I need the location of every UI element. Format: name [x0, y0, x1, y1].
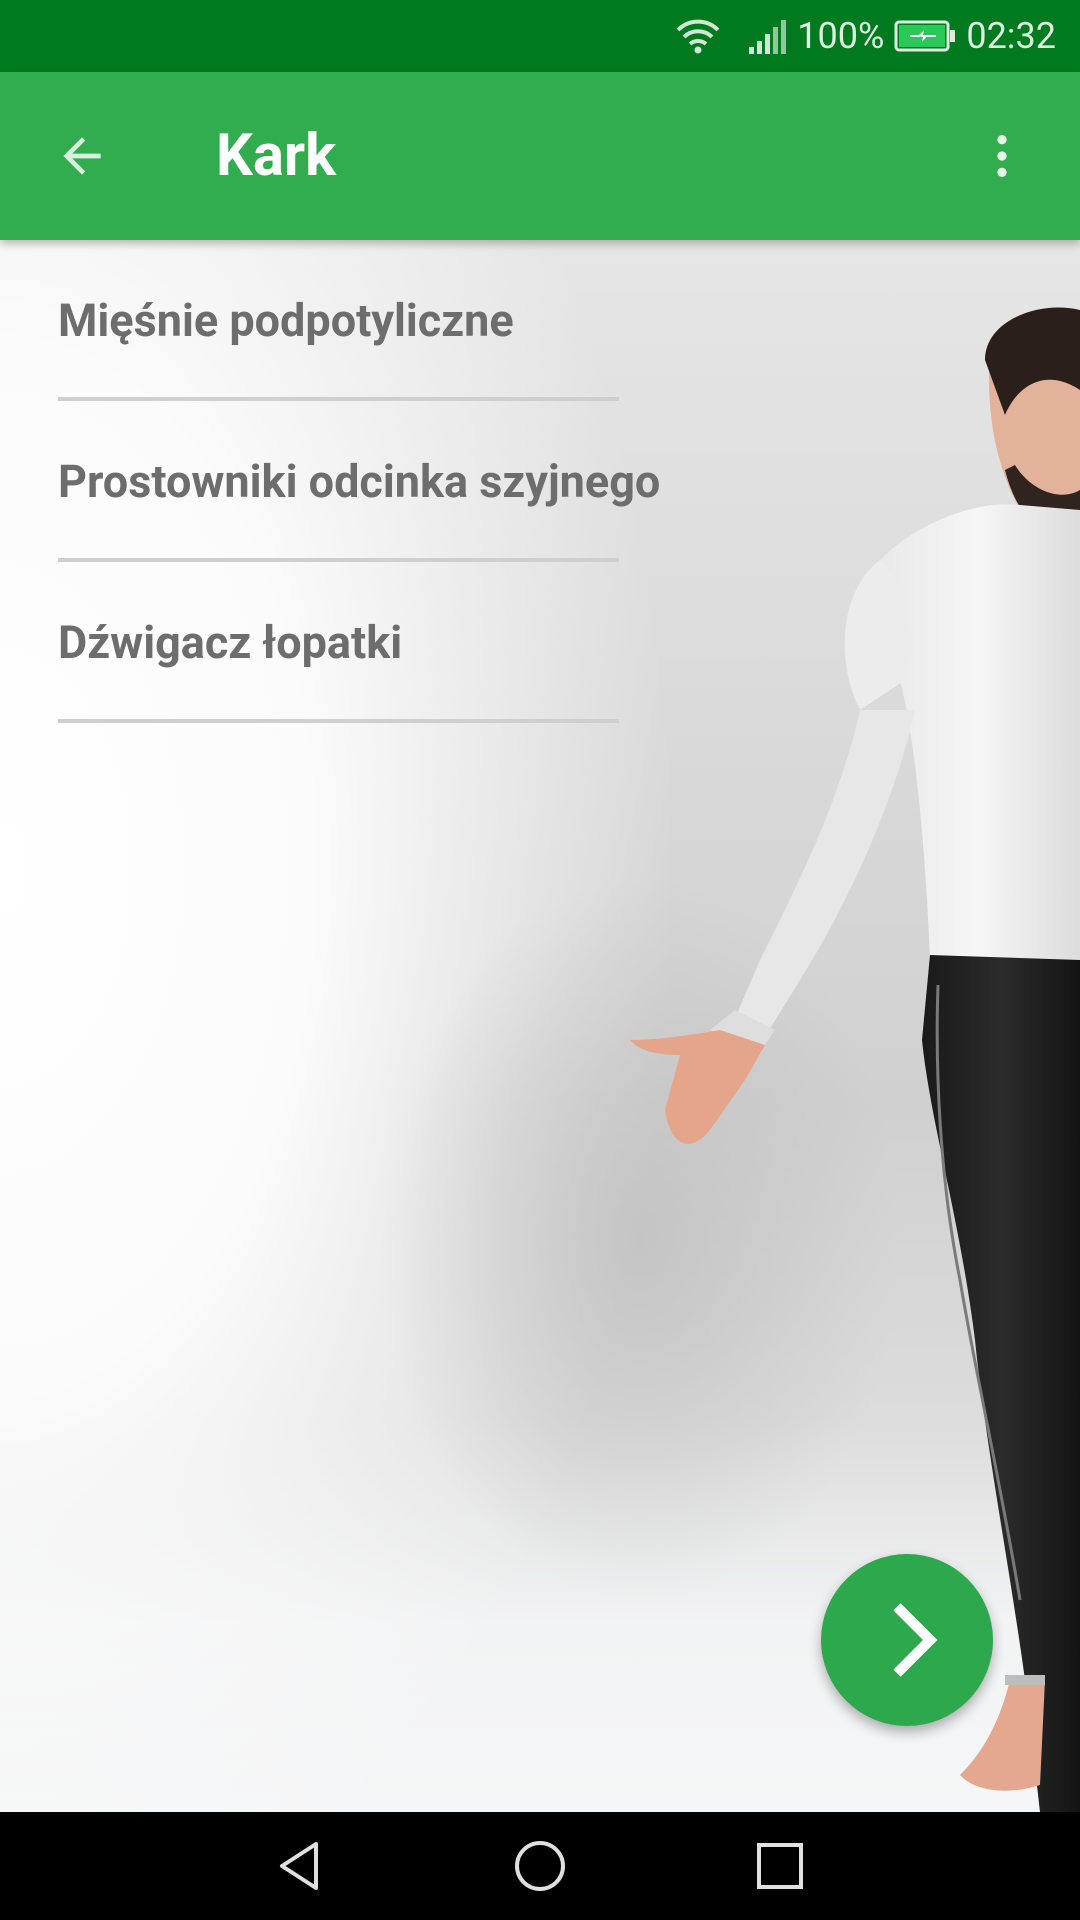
divider — [58, 719, 619, 723]
system-navigation-bar — [0, 1812, 1080, 1920]
list-item-label: Dźwigacz łopatki — [58, 616, 403, 669]
nav-home-button[interactable] — [498, 1824, 582, 1908]
more-vert-icon — [997, 135, 1007, 177]
status-indicators: 100% 02:32 — [675, 0, 1056, 72]
back-button[interactable] — [40, 114, 124, 198]
nav-back-icon — [280, 1842, 318, 1890]
nav-back-button[interactable] — [258, 1824, 342, 1908]
clock: 02:32 — [966, 15, 1056, 57]
nav-recents-button[interactable] — [738, 1824, 822, 1908]
list-item-label: Prostowniki odcinka szyjnego — [58, 455, 661, 508]
next-button[interactable] — [821, 1554, 993, 1726]
chevron-right-icon — [893, 1603, 938, 1677]
signal-icon — [747, 17, 787, 55]
status-bar: 100% 02:32 — [0, 0, 1080, 72]
battery-charging-icon — [894, 20, 956, 52]
app-bar: Kark — [0, 72, 1080, 240]
list-item[interactable]: Prostowniki odcinka szyjnego — [0, 401, 1080, 562]
nav-recents-icon — [757, 1843, 803, 1889]
battery-percent: 100% — [797, 15, 885, 57]
list-item[interactable]: Dźwigacz łopatki — [0, 562, 1080, 723]
muscle-list: Mięśnie podpotyliczne Prostowniki odcink… — [0, 240, 1080, 723]
nav-home-icon — [515, 1841, 565, 1891]
arrow-back-icon — [63, 137, 101, 175]
list-item[interactable]: Mięśnie podpotyliczne — [0, 240, 1080, 401]
page-title: Kark — [216, 122, 337, 190]
list-item-label: Mięśnie podpotyliczne — [58, 294, 514, 347]
overflow-menu-button[interactable] — [960, 114, 1044, 198]
wifi-icon — [675, 16, 721, 56]
screen: 100% 02:32 Kark Mięśnie podpotyliczne Pr… — [0, 0, 1080, 1920]
